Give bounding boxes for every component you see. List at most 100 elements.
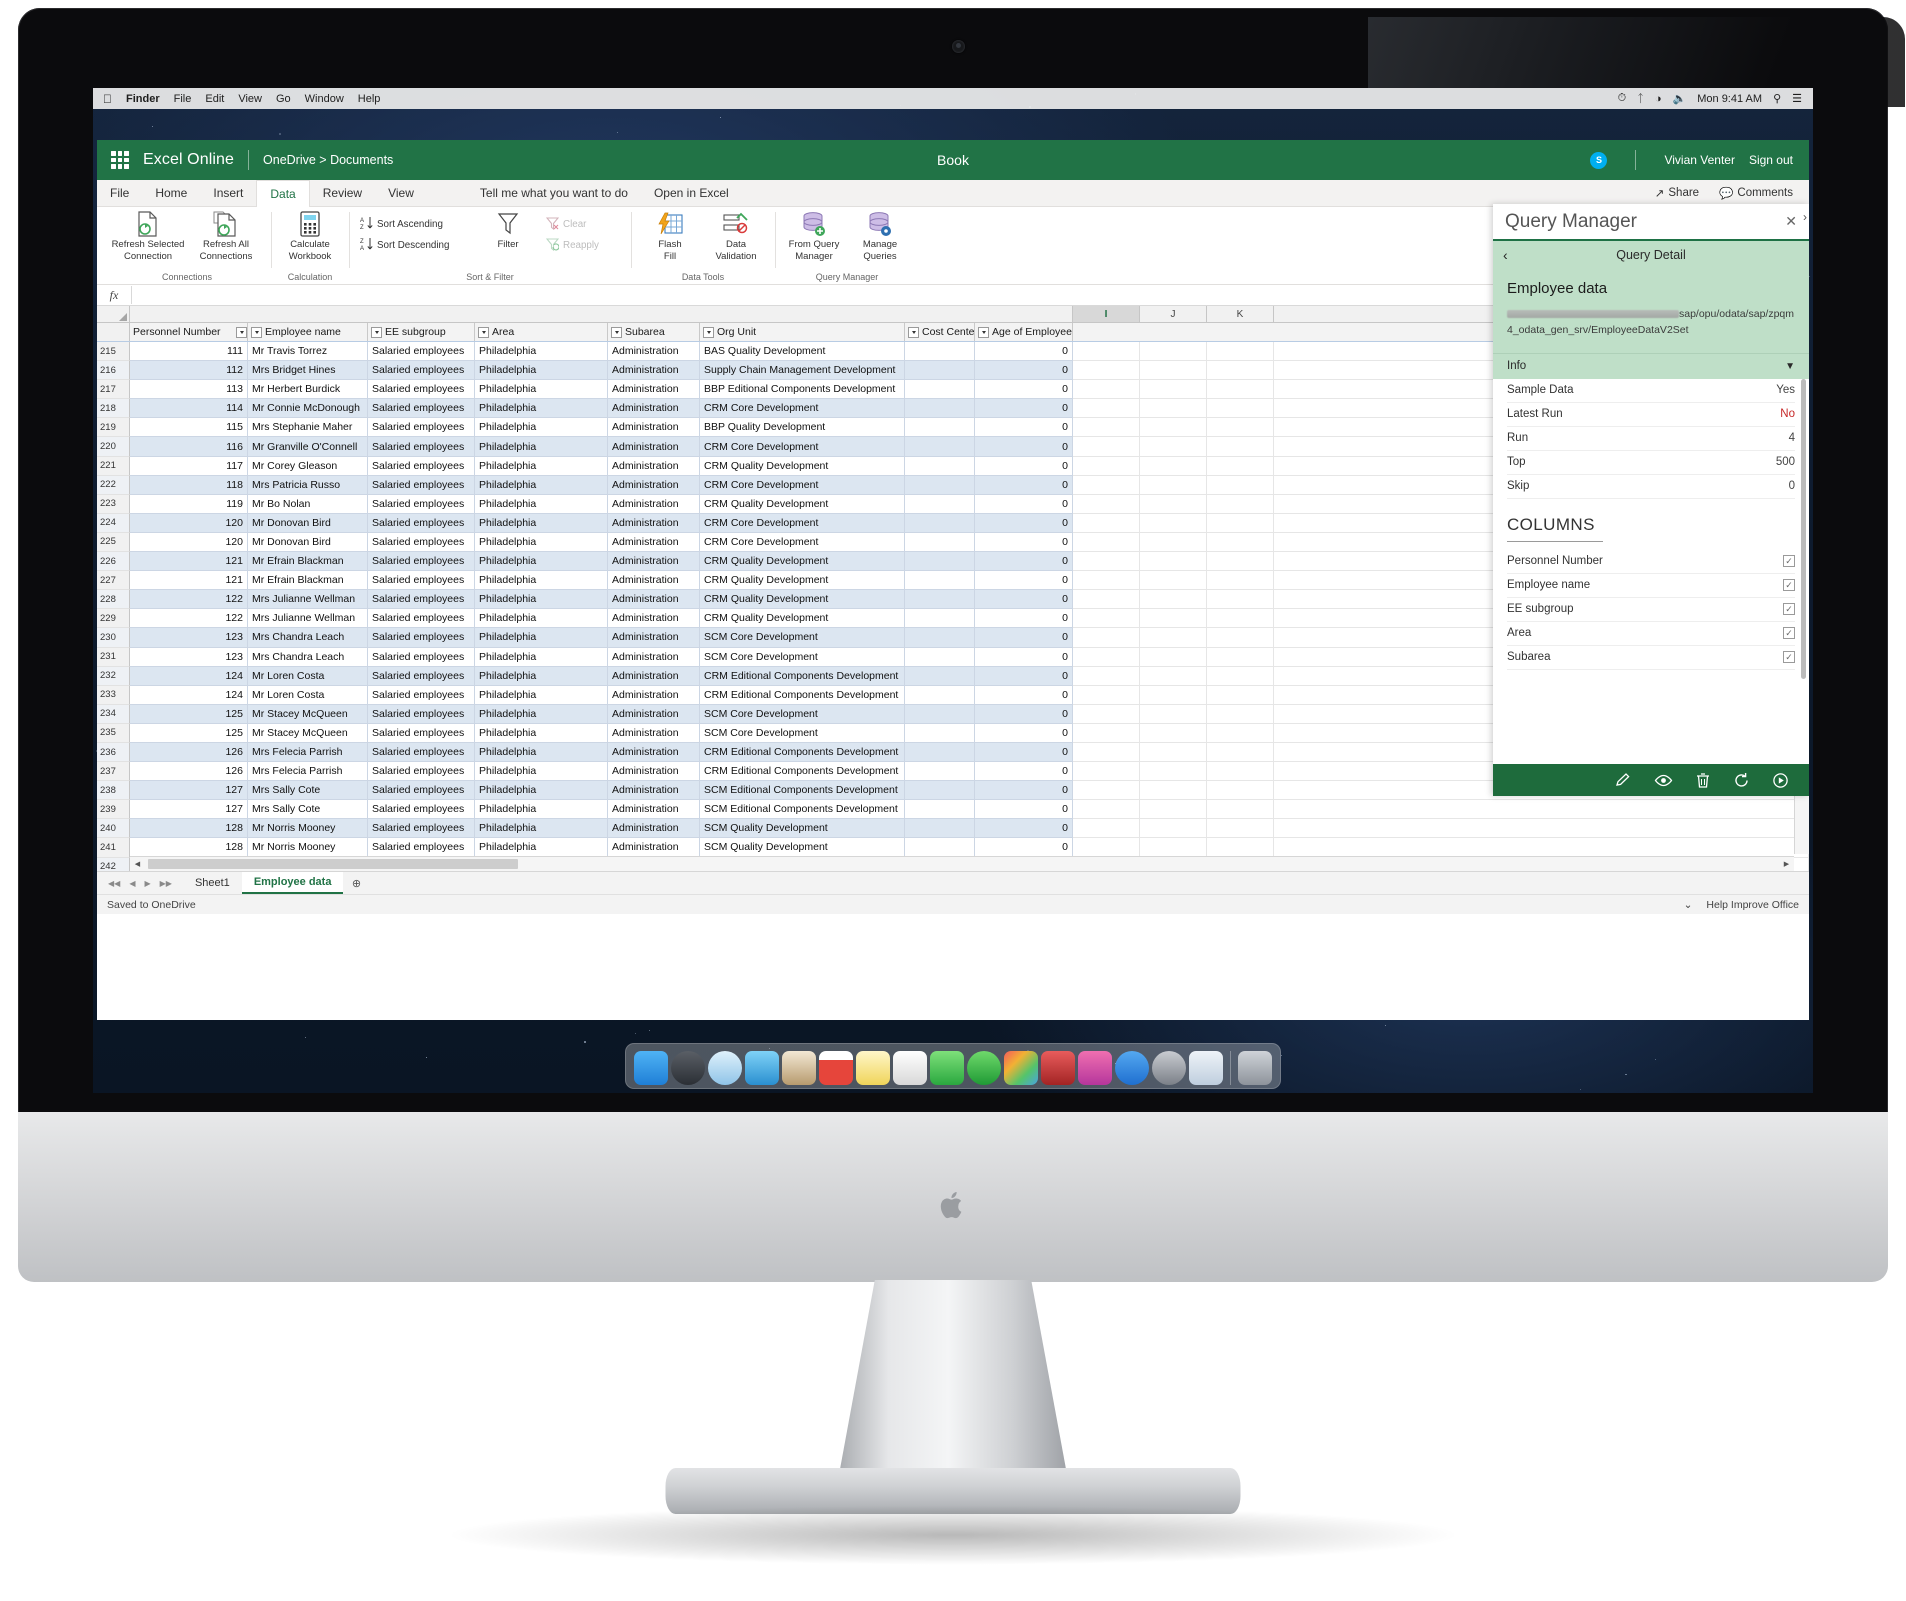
dock-icon-itunes[interactable] <box>1078 1051 1112 1085</box>
cell-personnel[interactable]: 125 <box>130 723 248 743</box>
column-header-K[interactable]: K <box>1207 306 1274 322</box>
sort-descending-button[interactable]: ZA Sort Descending <box>355 235 475 256</box>
cell-name[interactable]: Mrs Chandra Leach <box>248 647 368 667</box>
cell-empty-J[interactable] <box>1140 838 1207 858</box>
cell-subgroup[interactable]: Salaried employees <box>368 628 475 648</box>
row-number[interactable]: 241 <box>97 838 130 858</box>
cell-cost[interactable] <box>905 399 975 419</box>
cell-area[interactable]: Philadelphia <box>475 762 608 782</box>
cell-org[interactable]: SCM Core Development <box>700 628 905 648</box>
cell-age[interactable]: 0 <box>975 380 1073 400</box>
cell-subgroup[interactable]: Salaried employees <box>368 800 475 820</box>
cell-empty-K[interactable] <box>1207 342 1274 362</box>
cell-empty-J[interactable] <box>1140 762 1207 782</box>
cell-area[interactable]: Philadelphia <box>475 742 608 763</box>
cell-personnel[interactable]: 114 <box>130 399 248 419</box>
cell-name[interactable]: Mr Stacey McQueen <box>248 704 368 724</box>
cell-empty-I[interactable] <box>1073 380 1140 400</box>
cell-org[interactable]: CRM Editional Components Development <box>700 685 905 705</box>
menu-file[interactable]: File <box>174 93 192 105</box>
chevron-down-icon[interactable]: ▼ <box>1785 361 1795 372</box>
cell-empty-I[interactable] <box>1073 456 1140 476</box>
cell-age[interactable]: 0 <box>975 418 1073 438</box>
refresh-selected-connection-button[interactable]: Refresh Selected Connection <box>109 210 187 263</box>
cell-age[interactable]: 0 <box>975 723 1073 743</box>
cell-age[interactable]: 0 <box>975 838 1073 858</box>
cell-subgroup[interactable]: Salaried employees <box>368 819 475 839</box>
dock-icon-appstore[interactable] <box>1115 1051 1149 1085</box>
cell-empty-I[interactable] <box>1073 762 1140 782</box>
edit-pencil-icon[interactable] <box>1615 772 1632 789</box>
cell-area[interactable]: Philadelphia <box>475 647 608 667</box>
run-query-icon[interactable] <box>1772 772 1789 789</box>
tell-me-search[interactable]: Tell me what you want to do <box>467 180 641 206</box>
user-name[interactable]: Vivian Venter <box>1664 153 1735 167</box>
cell-cost[interactable] <box>905 647 975 667</box>
cell-subgroup[interactable]: Salaried employees <box>368 723 475 743</box>
cell-subgroup[interactable]: Salaried employees <box>368 552 475 572</box>
cell-personnel[interactable]: 124 <box>130 666 248 686</box>
cell-cost[interactable] <box>905 494 975 514</box>
cell-subarea[interactable]: Administration <box>608 437 700 457</box>
cell-org[interactable]: SCM Quality Development <box>700 819 905 839</box>
cell-empty-K[interactable] <box>1207 380 1274 400</box>
cell-name[interactable]: Mr Efrain Blackman <box>248 571 368 591</box>
tab-data[interactable]: Data <box>256 180 310 207</box>
cell-empty-K[interactable] <box>1207 838 1274 858</box>
cell-subarea[interactable]: Administration <box>608 513 700 533</box>
cell-personnel[interactable]: 122 <box>130 609 248 629</box>
cell-empty-K[interactable] <box>1207 552 1274 572</box>
apple-icon[interactable]:  <box>103 92 112 106</box>
cell-empty-I[interactable] <box>1073 685 1140 705</box>
cell-empty-K[interactable] <box>1207 456 1274 476</box>
cell-empty-K[interactable] <box>1207 704 1274 724</box>
cell-org[interactable]: CRM Quality Development <box>700 590 905 610</box>
table-header-subarea[interactable]: Subarea <box>608 323 700 341</box>
cell-empty-filler[interactable] <box>1274 800 1809 820</box>
flash-fill-button[interactable]: Flash Fill <box>637 210 703 263</box>
dock-icon-safari[interactable] <box>708 1051 742 1085</box>
cell-empty-I[interactable] <box>1073 399 1140 419</box>
table-header-area[interactable]: Area <box>475 323 608 341</box>
cell-org[interactable]: Supply Chain Management Development <box>700 361 905 381</box>
cell-subarea[interactable]: Administration <box>608 723 700 743</box>
cell-empty-I[interactable] <box>1073 552 1140 572</box>
cell-org[interactable]: CRM Editional Components Development <box>700 762 905 782</box>
cell-subarea[interactable]: Administration <box>608 628 700 648</box>
column-header-I[interactable]: I <box>1073 306 1140 322</box>
cell-personnel[interactable]: 128 <box>130 819 248 839</box>
cell-empty-I[interactable] <box>1073 781 1140 801</box>
cell-empty-K[interactable] <box>1207 475 1274 495</box>
cell-empty-K[interactable] <box>1207 666 1274 686</box>
menu-clock[interactable]: Mon 9:41 AM <box>1697 93 1762 105</box>
cell-subarea[interactable]: Administration <box>608 532 700 553</box>
row-number[interactable]: 227 <box>97 571 130 591</box>
cell-area[interactable]: Philadelphia <box>475 628 608 648</box>
cell-empty-J[interactable] <box>1140 647 1207 667</box>
cell-area[interactable]: Philadelphia <box>475 666 608 686</box>
cell-subgroup[interactable]: Salaried employees <box>368 742 475 763</box>
dock-icon-notes[interactable] <box>856 1051 890 1085</box>
open-in-excel-link[interactable]: Open in Excel <box>641 180 742 206</box>
cell-personnel[interactable]: 112 <box>130 361 248 381</box>
cell-empty-J[interactable] <box>1140 456 1207 476</box>
comments-button[interactable]: 💬 Comments <box>1713 184 1799 202</box>
cell-org[interactable]: CRM Core Development <box>700 532 905 553</box>
cell-cost[interactable] <box>905 552 975 572</box>
cell-empty-K[interactable] <box>1207 399 1274 419</box>
cell-empty-K[interactable] <box>1207 819 1274 839</box>
filter-dropdown-icon[interactable] <box>251 326 262 338</box>
cell-org[interactable]: CRM Quality Development <box>700 571 905 591</box>
filter-dropdown-icon[interactable] <box>908 326 919 338</box>
cell-subgroup[interactable]: Salaried employees <box>368 647 475 667</box>
menu-finder[interactable]: Finder <box>126 93 160 105</box>
cell-age[interactable]: 0 <box>975 781 1073 801</box>
row-number[interactable]: 233 <box>97 685 130 705</box>
cell-name[interactable]: Mr Corey Gleason <box>248 456 368 476</box>
cell-area[interactable]: Philadelphia <box>475 437 608 457</box>
tab-review[interactable]: Review <box>310 180 375 206</box>
menu-window[interactable]: Window <box>305 93 344 105</box>
row-number[interactable]: 225 <box>97 532 130 553</box>
row-number[interactable]: 220 <box>97 437 130 457</box>
cell-subarea[interactable]: Administration <box>608 685 700 705</box>
